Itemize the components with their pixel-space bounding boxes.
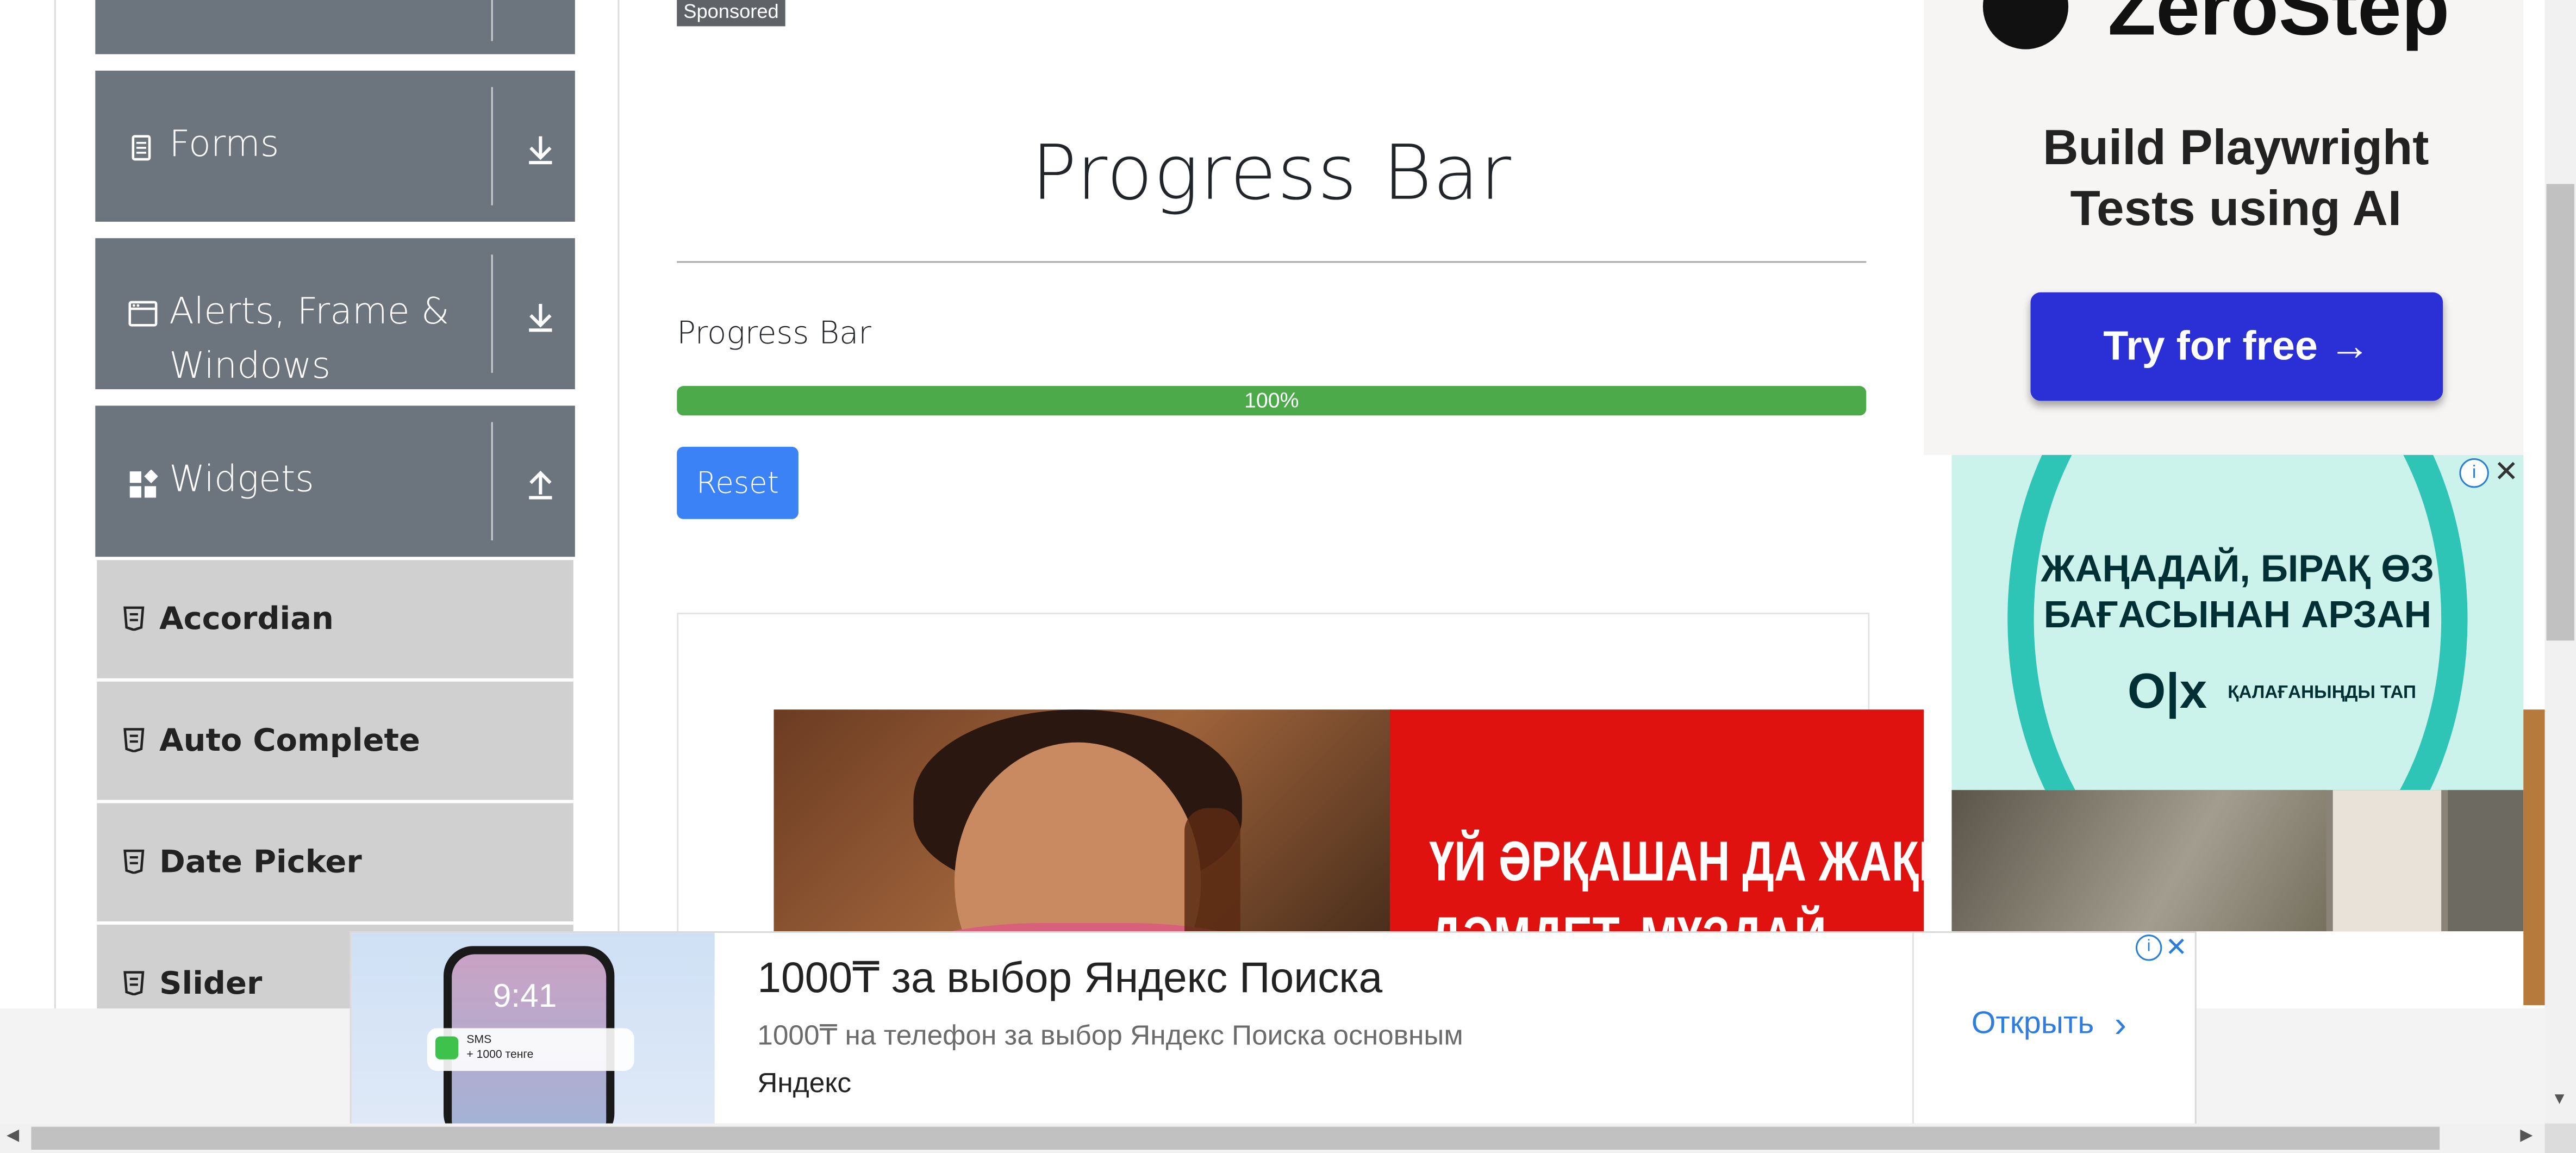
yandex-ad-brand: Яндекс <box>757 1067 852 1099</box>
olx-logo: O|x <box>2127 665 2207 720</box>
olx-slogan: ҚАЛАҒАНЫҢДЫ ТАП <box>2228 683 2416 703</box>
sidebar-item-label: Auto Complete <box>159 722 420 759</box>
sidebar-group-label-line2: Windows <box>169 346 331 388</box>
ad-info-icon[interactable]: i <box>2135 934 2162 961</box>
download-arrow-icon[interactable] <box>526 133 555 166</box>
group-divider <box>491 0 493 41</box>
olx-ad-title: ЖАҢАДАЙ, БІРАҚ ӨЗ БАҒАСЫНАН АРЗАН <box>1951 545 2523 637</box>
sponsored-badge: Sponsored <box>677 0 785 27</box>
group-divider <box>491 254 493 373</box>
chevron-right-icon[interactable]: › <box>2115 1004 2126 1046</box>
reset-button[interactable]: Reset <box>677 446 799 519</box>
ad-banner-text: ҮЙ ӘРҚАШАН ДА ЖАҚЫН <box>1429 831 1924 894</box>
sidebar-left-border <box>54 0 56 1009</box>
background-image-edge <box>2523 709 2547 1006</box>
sidebar-item-label: Accordian <box>159 601 334 638</box>
scroll-down-arrow-icon[interactable]: ▼ <box>2552 1090 2568 1108</box>
yandex-ad[interactable]: 9:41 SMS + 1000 тенге 1000₸ за выбор Янд… <box>350 931 2197 1125</box>
sidebar-group-widgets[interactable]: Widgets <box>95 406 575 557</box>
progress-bar-label: Progress Bar <box>677 315 871 352</box>
form-icon <box>132 135 151 161</box>
message-icon <box>435 1036 459 1059</box>
sidebar-group-partial[interactable] <box>95 0 575 54</box>
widgets-icon <box>129 470 158 498</box>
zerostep-tagline-line1: Build Playwright <box>2043 121 2429 176</box>
yandex-ad-image: 9:41 SMS + 1000 тенге <box>351 933 715 1124</box>
zerostep-tagline: Build Playwright Tests using AI <box>1965 119 2507 240</box>
scrollbar-corner <box>2544 1123 2576 1153</box>
zerostep-tagline-line2: Tests using AI <box>2070 182 2402 237</box>
group-divider <box>491 422 493 541</box>
olx-title-line1: ЖАҢАДАЙ, БІРАҚ ӨЗ <box>2041 547 2435 590</box>
ad-divider <box>1912 933 1914 1124</box>
title-divider <box>677 261 1867 263</box>
yandex-ad-description: 1000₸ на телефон за выбор Яндекс Поиска … <box>757 1020 1463 1051</box>
page-title: Progress Bar <box>1031 128 1512 217</box>
sidebar-group-alerts[interactable]: Alerts, Frame & Windows <box>95 238 575 390</box>
upload-arrow-icon[interactable] <box>526 468 555 501</box>
sidebar-item-auto-complete[interactable]: Auto Complete <box>97 681 573 803</box>
sidebar-group-label: Alerts, Frame & <box>169 292 450 334</box>
open-ad-button[interactable]: Открыть <box>1972 1007 2094 1043</box>
yandex-ad-headline[interactable]: 1000₸ за выбор Яндекс Поиска <box>757 952 1382 1004</box>
phone-time: 9:41 <box>492 979 557 1015</box>
html5-icon <box>123 606 145 631</box>
sidebar-item-label: Date Picker <box>159 844 362 881</box>
download-arrow-icon[interactable] <box>526 301 555 333</box>
ad-info-icon[interactable]: i <box>2459 458 2489 488</box>
sidebar-group-label: Widgets <box>169 459 314 501</box>
ad-close-icon[interactable]: ✕ <box>2494 455 2519 489</box>
scroll-left-arrow-icon[interactable]: ◀ <box>7 1127 19 1145</box>
zerostep-logo: ZeroStep <box>2107 0 2450 53</box>
sidebar-group-forms[interactable]: Forms <box>95 70 575 222</box>
notif-body: + 1000 тенге <box>466 1049 534 1061</box>
try-for-free-button[interactable]: Try for free → <box>2030 292 2443 401</box>
olx-ad[interactable]: ЖАҢАДАЙ, БІРАҚ ӨЗ БАҒАСЫНАН АРЗАН O|x ҚА… <box>1951 454 2524 790</box>
vertical-scrollbar-thumb[interactable] <box>2546 184 2574 641</box>
html5-icon <box>123 971 145 995</box>
sidebar-item-date-picker[interactable]: Date Picker <box>97 803 573 925</box>
notif-title: SMS <box>466 1034 492 1046</box>
sidebar-right-border <box>618 0 620 1009</box>
horizontal-scrollbar-thumb[interactable] <box>31 1126 2440 1150</box>
sidebar-item-accordian[interactable]: Accordian <box>97 560 573 682</box>
group-divider <box>491 87 493 205</box>
olx-title-line2: БАҒАСЫНАН АРЗАН <box>2043 593 2431 636</box>
sidebar-group-label: Forms <box>169 124 279 166</box>
progress-bar: 100% <box>677 386 1867 416</box>
sidebar-item-label: Slider <box>159 965 263 1002</box>
html5-icon <box>123 728 145 752</box>
progress-bar-text: 100% <box>1244 388 1299 413</box>
ad-close-icon[interactable]: ✕ <box>2165 931 2187 964</box>
html5-icon <box>123 849 145 874</box>
olx-ad-images[interactable] <box>1951 790 2524 932</box>
scroll-right-arrow-icon[interactable]: ▶ <box>2520 1127 2533 1145</box>
window-icon <box>128 301 158 327</box>
